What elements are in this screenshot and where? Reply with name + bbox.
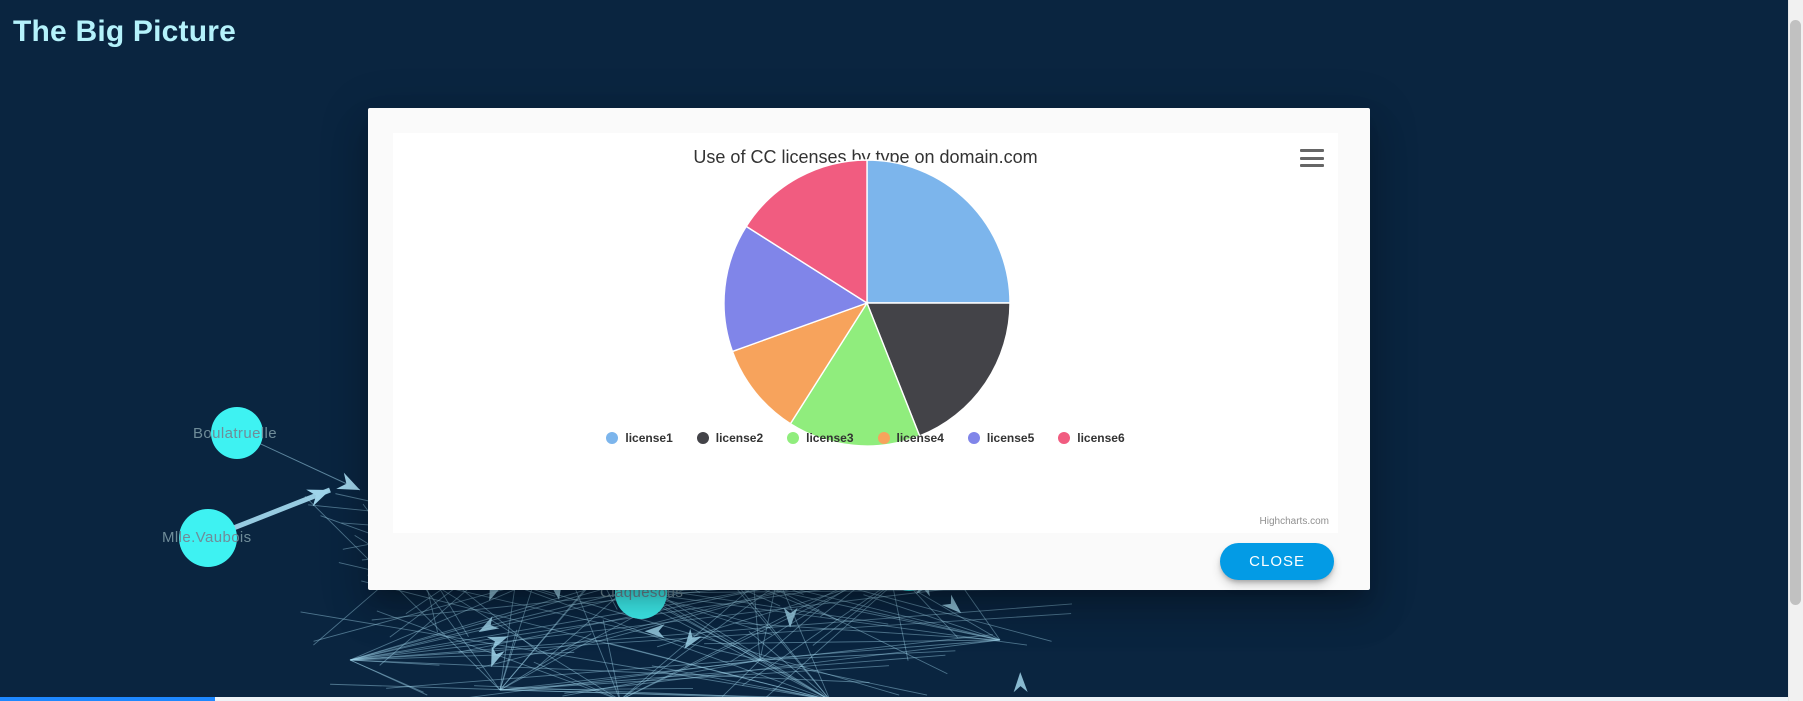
legend-label: license4 [896,431,944,445]
progress-bar-track [0,697,1788,701]
progress-bar-fill [0,697,215,701]
chart-modal-dialog: Use of CC licenses by type on domain.com… [368,108,1370,590]
legend-label: license6 [1077,431,1125,445]
pie-chart [722,158,1012,448]
legend-label: license3 [806,431,854,445]
legend-swatch-icon [967,432,980,444]
legend-swatch-icon [1058,432,1071,444]
legend-swatch-icon [877,432,890,444]
hamburger-bar-1 [1300,149,1324,152]
chart-legend: license1 license2 license3 license4 license5… [393,431,1338,445]
legend-label: license2 [715,431,764,445]
hamburger-bar-2 [1300,156,1324,160]
highcharts-credits[interactable]: Highcharts.com [1260,516,1329,527]
pie-chart-svg [723,159,1011,447]
legend-item-license6[interactable]: license6 [1058,431,1125,445]
legend-swatch-icon [696,432,709,444]
graph-edge [349,659,440,666]
graph-node[interactable] [211,407,263,459]
hamburger-bar-3 [1300,164,1324,167]
vertical-scrollbar-thumb[interactable] [1790,20,1801,605]
legend-label: license1 [625,431,673,445]
legend-item-license3[interactable]: license3 [787,431,854,445]
graph-edge-arrow [783,607,798,628]
pie-slice-license1[interactable] [866,159,1011,304]
graph-edge [349,659,424,693]
legend-item-license2[interactable]: license2 [696,431,764,445]
modal-actions: CLOSE [368,533,1370,590]
legend-label: license5 [986,431,1035,445]
legend-swatch-icon [606,432,619,444]
legend-item-license4[interactable]: license4 [877,431,944,445]
graph-edge [863,594,1001,641]
page-title: The Big Picture [13,15,237,48]
vertical-scrollbar-track[interactable] [1788,0,1803,701]
legend-swatch-icon [787,432,800,444]
graph-edge [300,611,831,701]
hamburger-menu-icon[interactable] [1300,147,1324,169]
graph-edge [386,639,1001,689]
graph-edge [759,650,956,661]
graph-edge [759,659,928,696]
highcharts-container: Use of CC licenses by type on domain.com… [393,133,1338,533]
graph-edge-arrow [1013,672,1028,693]
graph-edge-arrow [306,489,330,507]
legend-item-license5[interactable]: license5 [967,431,1035,445]
close-button[interactable]: CLOSE [1220,543,1334,580]
legend-item-license1[interactable]: license1 [606,431,673,445]
graph-node[interactable] [179,509,237,567]
